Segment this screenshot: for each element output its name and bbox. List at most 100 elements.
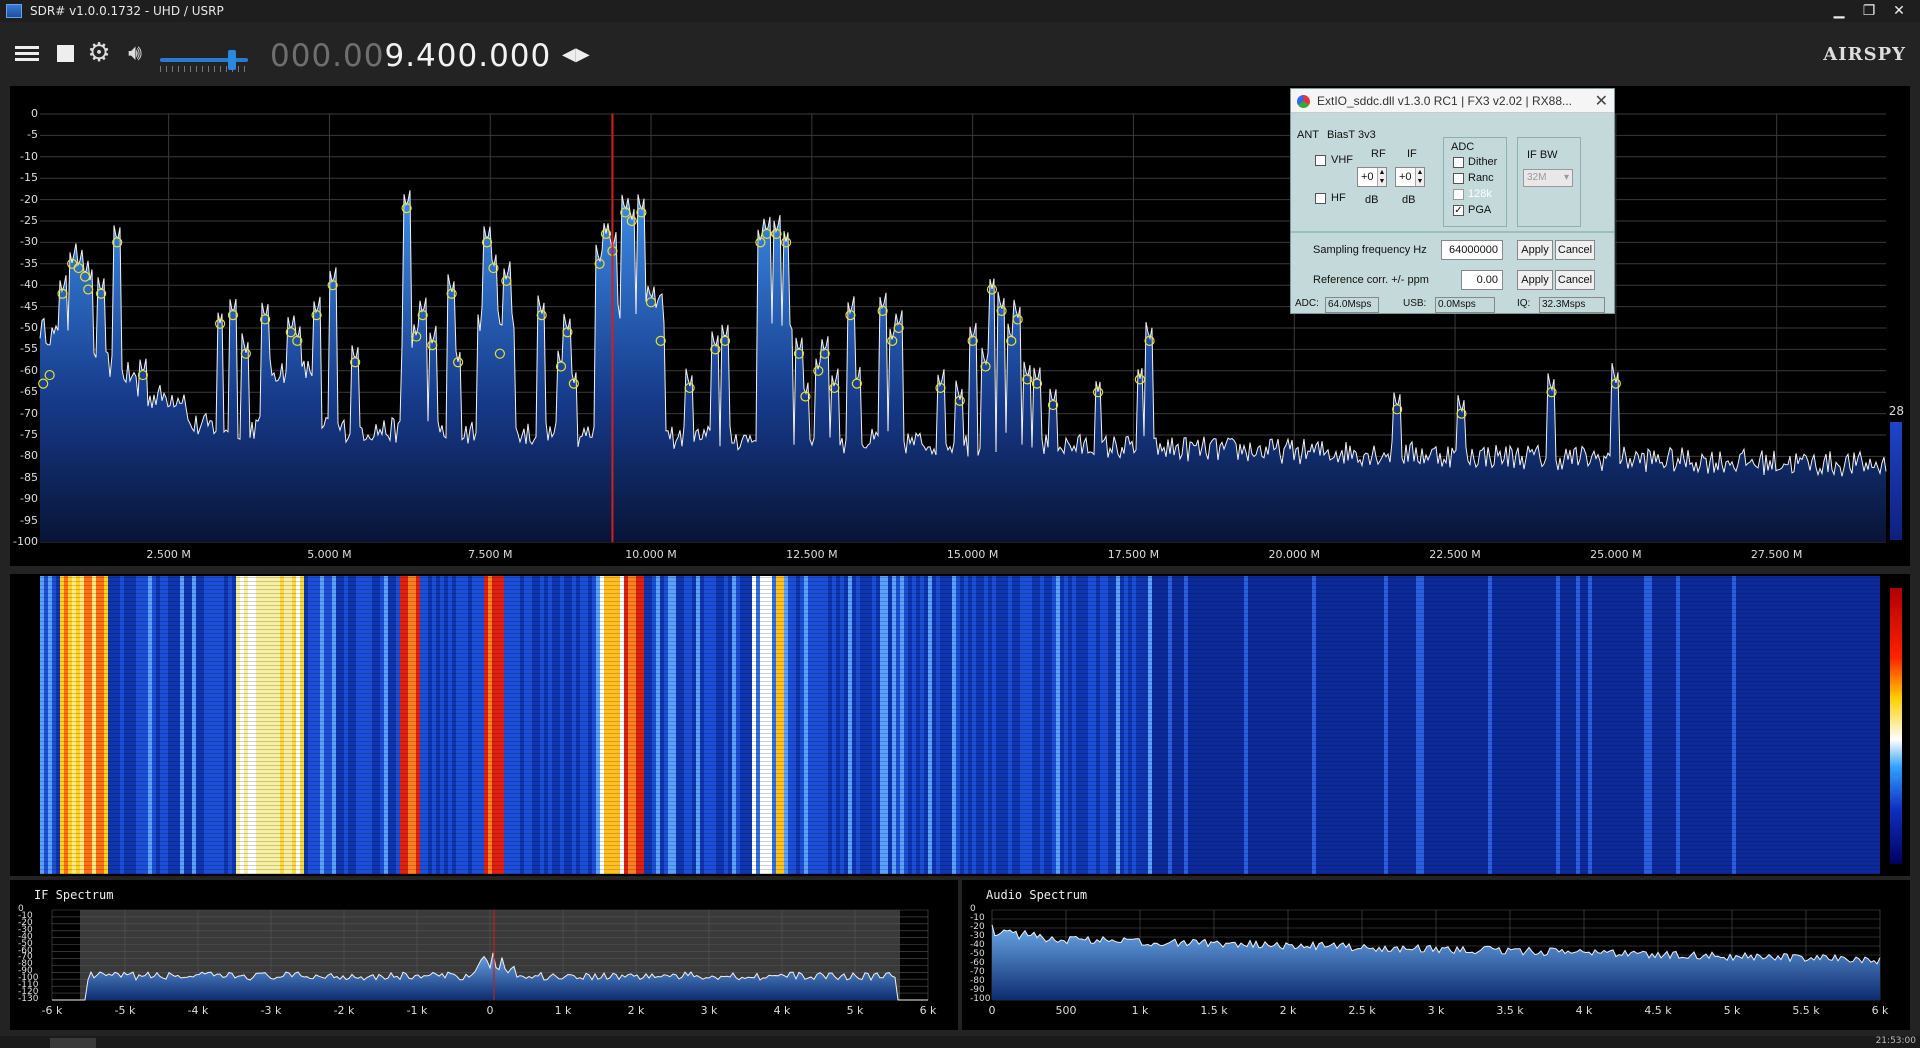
if-spectrum-panel[interactable]: IF Spectrum 0 -10 -20 -30 -40 -50 -60 -70 -80 -90… [10,880,958,1030]
y-tick-label: -20 [20,192,38,206]
x-tick-label: 0 [988,1004,996,1017]
x-tick-label: -5 k [114,1004,136,1017]
refcorr-label: Reference corr. +/- ppm [1313,274,1429,286]
y-tick-label: -70 [20,406,38,420]
hf-label: HF [1331,192,1346,204]
y-tick-label: -60 [20,363,38,377]
waterfall-display[interactable] [10,574,1910,876]
spectrum-analyzer[interactable]: 0 -5 -10 -15 -20 -25 -30 -35 -40 -45 -50 -55 -60 -65 -… [10,86,1910,566]
x-tick-label: 6 k [1871,1004,1889,1017]
x-tick-label: 5.5 k [1792,1004,1820,1017]
bottom-scrollbar[interactable]: 21:53:00 [0,1036,1920,1048]
waterfall-canvas[interactable] [40,576,1880,874]
x-tick-label: 1 k [554,1004,572,1017]
y-tick-label: -15 [20,171,38,185]
window-title: SDR# v1.0.0.1732 - UHD / USRP [30,4,224,18]
x-tick-label: 500 [1055,1004,1077,1017]
x-tick-label: 1 k [1131,1004,1149,1017]
volume-slider-knob[interactable] [228,50,237,70]
x-tick-label: 0 [486,1004,494,1017]
x-tick-label: -4 k [187,1004,209,1017]
level-bar[interactable] [1890,422,1902,540]
x-tick-label: 5.000 M [307,548,352,561]
waterfall-color-scale[interactable] [1890,588,1902,864]
maximize-button[interactable]: ❐ [1854,0,1884,22]
y-tick-label: -95 [20,513,38,527]
rf-label: RF [1371,148,1386,160]
x-tick-label: 10.000 M [625,548,677,561]
extio-dialog-titlebar[interactable]: ExtIO_sddc.dll v1.3.0 RC1 | FX3 v2.02 | … [1291,89,1614,113]
gear-icon[interactable]: ⚙ [84,38,114,68]
x-tick-label: 5 k [1723,1004,1741,1017]
extio-dialog: ExtIO_sddc.dll v1.3.0 RC1 | FX3 v2.02 | … [1290,88,1615,314]
128k-checkbox [1453,189,1464,200]
rand-checkbox[interactable] [1453,173,1464,184]
ifbw-select: 32M ▾ [1523,169,1573,187]
usb-rate-label: USB: [1403,298,1427,309]
x-tick-label: 4 k [1575,1004,1593,1017]
x-tick-label: 22.500 M [1429,548,1481,561]
dither-checkbox[interactable] [1453,157,1464,168]
frequency-digits[interactable]: 9.400.000 [384,38,551,74]
x-tick-label: -3 k [260,1004,282,1017]
y-tick-label: -100 [970,994,991,1004]
rf-gain-spinner[interactable]: +0 ▲ ▼ [1357,167,1387,187]
y-tick-label: 0 [31,107,38,120]
rand-label: Ranc [1468,172,1494,184]
sampling-frequency-input[interactable]: 64000000 [1441,240,1503,260]
speaker-icon[interactable]: 🔊︎ [120,38,150,68]
menu-icon[interactable] [12,38,42,68]
rf-db-label: dB [1365,194,1379,206]
clock: 21:53:00 [1875,1036,1916,1046]
hf-checkbox[interactable] [1315,193,1326,204]
tune-arrows-icon[interactable]: ◀▶ [562,44,590,65]
x-tick-label: 3 k [1427,1004,1445,1017]
x-tick-label: 3.5 k [1496,1004,1524,1017]
if-label: IF [1407,148,1417,160]
adc-title: ADC [1451,141,1475,153]
sampling-label: Sampling frequency Hz [1313,244,1427,256]
ant-label: ANT [1297,129,1319,141]
adc-rate-label: ADC: [1295,298,1319,309]
scrollbar-thumb[interactable] [50,1038,96,1048]
x-tick-label: 5 k [846,1004,864,1017]
spectrum-plot[interactable] [10,86,1910,566]
if-spin-arrows[interactable]: ▲ ▼ [1415,168,1424,186]
frequency-display[interactable]: 000.009.400.000 [270,38,551,74]
sampling-apply-button[interactable]: Apply [1517,240,1553,260]
x-tick-label: 4.5 k [1644,1004,1672,1017]
dialog-close-icon[interactable]: ✕ [1595,91,1608,111]
close-button[interactable]: ✕ [1884,0,1914,22]
x-tick-label: 2.5 k [1348,1004,1376,1017]
y-tick-label: -50 [20,321,38,334]
x-tick-label: 2 k [1279,1004,1297,1017]
extio-dialog-title: ExtIO_sddc.dll v1.3.0 RC1 | FX3 v2.02 | … [1317,94,1573,108]
frequency-leading-digits[interactable]: 000.00 [270,38,384,74]
pga-checkbox[interactable]: ✓ [1453,205,1464,216]
y-tick-label: -25 [20,214,38,227]
refcorr-cancel-button[interactable]: Cancel [1555,270,1595,290]
extio-icon [1297,95,1310,108]
x-tick-label: 7.500 M [467,548,513,561]
stop-button[interactable] [50,38,80,68]
x-tick-label: -6 k [41,1004,63,1017]
sdrsharp-window: SDR# v1.0.0.1732 - UHD / USRP ▁ ❐ ✕ ⚙ 🔊︎… [0,0,1920,1048]
minimize-button[interactable]: ▁ [1824,0,1854,22]
ifbw-value: 32M [1527,172,1547,183]
refcorr-apply-button[interactable]: Apply [1517,270,1553,290]
vhf-checkbox[interactable] [1315,155,1326,166]
rf-spin-arrows[interactable]: ▲ ▼ [1377,168,1386,186]
y-tick-label: -30 [20,235,38,249]
128k-label: 128k [1468,188,1492,200]
y-tick-label: -5 [27,128,38,142]
audio-spectrum-panel[interactable]: Audio Spectrum 0 -10 -20 -30 -40 -50 -60 -70 -80… [962,880,1910,1030]
if-gain-spinner[interactable]: +0 ▲ ▼ [1395,167,1425,187]
sampling-cancel-button[interactable]: Cancel [1555,240,1595,260]
chevron-down-icon: ▾ [1563,172,1569,183]
stop-icon [56,44,74,62]
refcorr-input[interactable]: 0.00 [1461,270,1503,290]
rf-gain-value: +0 [1361,171,1374,183]
y-tick-label: -40 [20,278,38,292]
y-tick-label: -65 [20,385,38,399]
y-tick-label: -130 [18,994,39,1004]
